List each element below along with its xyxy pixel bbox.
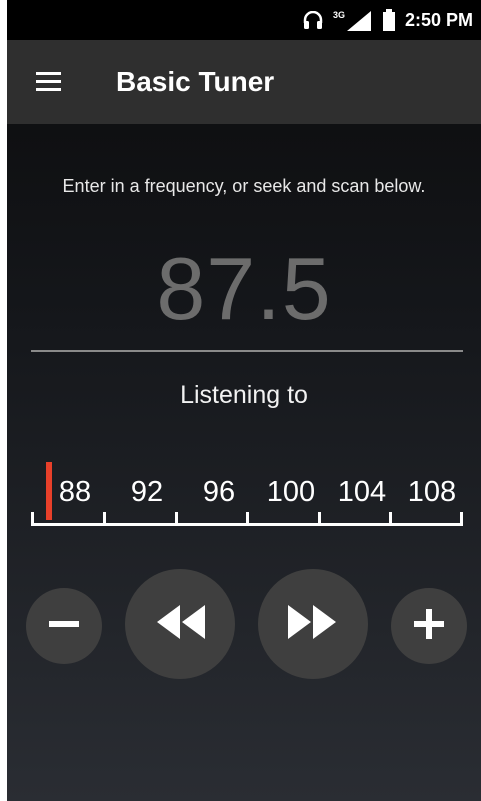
frequency-scale[interactable]: 88 92 96 100 104 108 — [31, 460, 463, 530]
rewind-icon — [151, 601, 209, 648]
scale-label: 88 — [58, 476, 92, 508]
scale-label: 100 — [266, 476, 316, 508]
page-title: Basic Tuner — [116, 66, 275, 97]
network-type-label: 3G — [333, 10, 345, 20]
scale-tick — [31, 512, 34, 524]
scale-label: 96 — [202, 476, 236, 508]
frequency-underline — [31, 350, 463, 352]
signal-icon: 3G — [333, 9, 373, 31]
instruction-text: Enter in a frequency, or seek and scan b… — [62, 176, 426, 196]
tuner-screen: 3G 2:50 PM Basic Tuner Enter in a freque… — [7, 0, 481, 801]
listening-label: Listening to — [180, 381, 308, 409]
tuning-needle[interactable] — [46, 462, 52, 520]
hamburger-menu-icon[interactable] — [36, 72, 61, 92]
scale-tick — [246, 512, 249, 524]
scale-label: 104 — [337, 476, 387, 508]
scale-label: 108 — [407, 476, 457, 508]
frequency-input[interactable]: 87.5 — [7, 238, 481, 340]
app-bar: Basic Tuner — [7, 40, 481, 124]
scale-label: 92 — [130, 476, 164, 508]
battery-icon — [382, 9, 395, 31]
seek-back-button[interactable] — [125, 569, 235, 679]
status-time: 2:50 PM — [404, 9, 473, 30]
scale-tick — [175, 512, 178, 524]
fast-forward-icon — [284, 601, 342, 648]
headphones-icon — [303, 11, 323, 29]
scale-tick — [103, 512, 106, 524]
scale-tick — [318, 512, 321, 524]
status-bar: 3G 2:50 PM — [7, 0, 481, 40]
scale-tick — [460, 512, 463, 524]
scale-tick — [389, 512, 392, 524]
increase-frequency-button[interactable] — [391, 588, 467, 664]
plus-icon — [412, 607, 446, 646]
seek-forward-button[interactable] — [258, 569, 368, 679]
minus-icon — [47, 607, 81, 646]
decrease-frequency-button[interactable] — [26, 588, 102, 664]
